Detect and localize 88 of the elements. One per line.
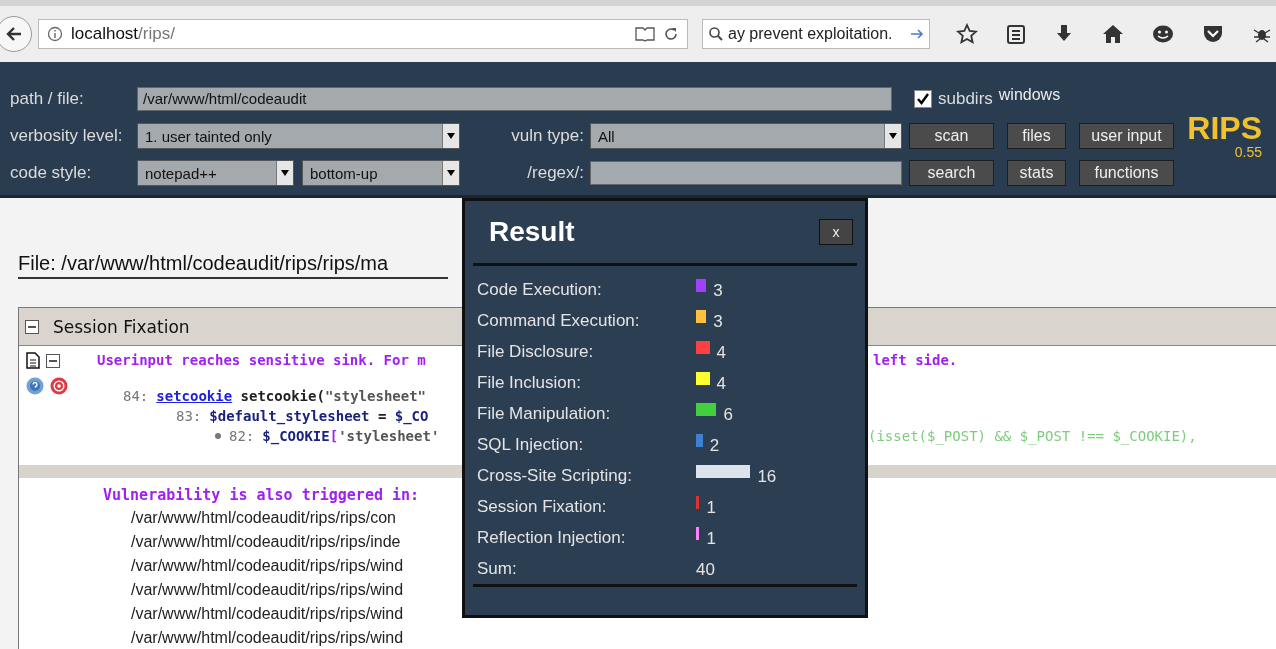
functions-button[interactable]: functions [1079, 160, 1174, 186]
collapse-icon[interactable] [46, 353, 60, 368]
help-icon[interactable] [26, 377, 44, 395]
caret-icon [447, 170, 455, 176]
stat-label: Reflection Injection: [477, 527, 627, 548]
search-button[interactable]: search [909, 160, 994, 186]
address-bar[interactable]: localhost/rips/ [38, 19, 688, 49]
stat-count: 2 [709, 435, 720, 456]
stats-button[interactable]: stats [1007, 160, 1066, 186]
file-path[interactable]: /var/www/html/codeaudit/rips/rips/wind [131, 554, 404, 578]
code-style-select[interactable]: notepad++ [137, 160, 294, 186]
rips-logo: RIPS [1187, 112, 1262, 144]
regex-label: /regex/: [526, 163, 585, 183]
regex-input[interactable] [590, 161, 902, 185]
caret-icon [889, 133, 897, 139]
scan-button[interactable]: scan [909, 123, 994, 149]
search-icon [708, 26, 724, 42]
stat-count: 4 [716, 373, 727, 394]
stat-label: File Manipulation: [477, 403, 612, 424]
line-number: 84: [123, 387, 149, 406]
vuln-type-select[interactable]: All [590, 123, 902, 149]
code-line: $_COOKIE['stylesheet' [262, 427, 440, 446]
bookmark-star-icon[interactable] [956, 23, 978, 45]
file-path[interactable]: /var/www/html/codeaudit/rips/rips/inde [131, 530, 401, 554]
url-text: localhost/rips/ [71, 24, 176, 44]
smiley-icon[interactable] [1152, 24, 1174, 44]
back-arrow-icon [5, 25, 23, 43]
files-button[interactable]: files [1007, 123, 1066, 149]
verbosity-select[interactable]: 1. user tainted only [137, 123, 460, 149]
bullet-icon [215, 433, 221, 439]
info-icon[interactable] [47, 26, 63, 42]
code-line: (isset($_POST) && $_POST !== $_COOKIE), [868, 427, 1197, 446]
dialog-title: Result [489, 216, 575, 248]
verbosity-label: verbosity level: [10, 126, 124, 146]
close-button[interactable]: x [819, 219, 853, 245]
warning-message: left side. [872, 351, 959, 370]
section-title: Session Fixation [53, 316, 190, 337]
back-button[interactable] [0, 16, 32, 52]
stat-label: Command Execution: [477, 310, 641, 331]
stat-label: Code Execution: [477, 279, 603, 300]
stat-count: 1 [706, 528, 716, 549]
line-number: 82: [229, 427, 255, 446]
stat-label: SQL Injection: [477, 434, 585, 455]
pocket-icon[interactable] [1202, 24, 1224, 44]
file-path[interactable]: /var/www/html/codeaudit/rips/rips/con [131, 506, 396, 530]
stat-label: Sum: [477, 558, 518, 579]
path-file-label: path / file: [10, 89, 85, 109]
vuln-type-label: vuln type: [510, 126, 585, 146]
go-arrow-icon[interactable] [910, 27, 924, 41]
version-label: 0.55 [1234, 144, 1262, 160]
stat-count: 16 [757, 466, 777, 487]
code-line: setcookie setcookie("stylesheet" [156, 387, 427, 406]
function-link[interactable]: setcookie [156, 388, 233, 404]
windows-label: windows [998, 86, 1061, 104]
stat-count: 6 [723, 404, 733, 425]
home-icon[interactable] [1102, 24, 1124, 44]
stat-count: 3 [713, 311, 723, 332]
stat-count: 3 [713, 280, 723, 301]
stat-count: 40 [696, 559, 715, 580]
file-title: File: /var/www/html/codeaudit/rips/rips/ma [18, 252, 448, 279]
code-style-label: code style: [10, 163, 93, 183]
clipboard-icon[interactable] [1006, 23, 1026, 45]
file-path[interactable]: /var/www/html/codeaudit/rips/rips/wind [131, 626, 404, 649]
line-number: 83: [176, 407, 202, 426]
caret-icon [281, 170, 289, 176]
document-icon[interactable] [26, 352, 40, 369]
reader-view-icon[interactable] [635, 26, 655, 42]
stat-label: Cross-Site Scripting: [477, 465, 633, 486]
also-triggered-label: Vulnerability is also triggered in: [103, 486, 421, 504]
stat-count: 1 [706, 497, 716, 518]
order-select[interactable]: bottom-up [302, 160, 460, 186]
path-input[interactable]: /var/www/html/codeaudit [137, 87, 892, 111]
file-path[interactable]: /var/www/html/codeaudit/rips/rips/wind [131, 578, 404, 602]
collapse-icon[interactable] [25, 319, 39, 334]
code-line: $default_stylesheet = $_CO [209, 407, 429, 426]
target-icon[interactable] [50, 377, 68, 395]
warning-message: Userinput reaches sensitive sink. For m [97, 351, 427, 370]
file-path[interactable]: /var/www/html/codeaudit/rips/rips/wind [131, 602, 404, 626]
user-input-button[interactable]: user input [1079, 123, 1174, 149]
reload-icon[interactable] [663, 26, 679, 42]
stat-label: Session Fixation: [477, 496, 608, 517]
subdirs-checkbox[interactable] [914, 90, 932, 108]
caret-icon [447, 133, 455, 139]
search-field[interactable]: ay prevent exploitation. [702, 19, 930, 49]
stat-count: 4 [716, 342, 727, 363]
stat-label: File Inclusion: [477, 372, 582, 393]
subdirs-label: subdirs [938, 89, 993, 109]
stat-label: File Disclosure: [477, 341, 595, 362]
